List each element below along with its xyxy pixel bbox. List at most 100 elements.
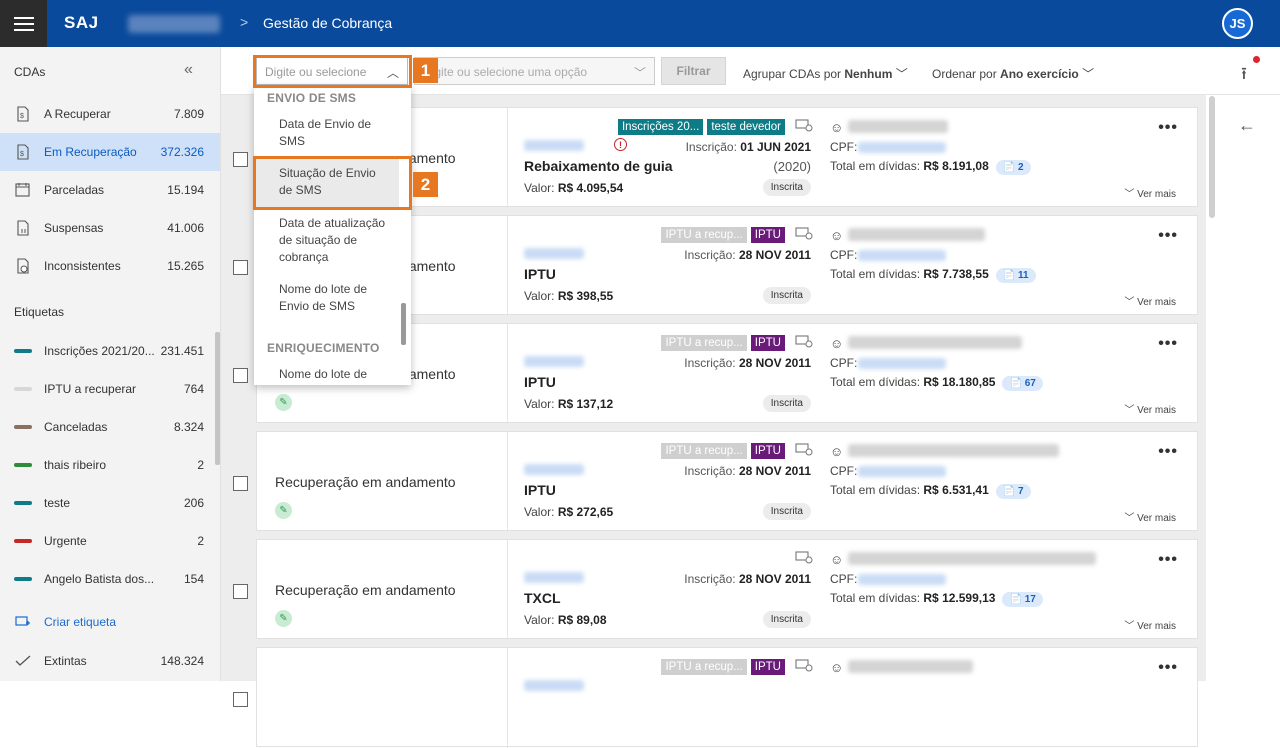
documents-count-badge[interactable]: 📄 11 xyxy=(995,268,1036,283)
tag-color-icon xyxy=(14,501,32,505)
add-tag-icon[interactable] xyxy=(795,550,813,567)
cda-number-blurred xyxy=(524,572,584,583)
more-options-icon[interactable]: ••• xyxy=(1158,227,1178,245)
debtor-name-blurred xyxy=(848,336,1022,349)
filter-field-dropdown: ENVIO DE SMS Data de Envio de SMS Situaç… xyxy=(254,85,411,385)
cpf-blurred xyxy=(858,466,946,477)
ver-mais-link[interactable]: ﹀ Ver mais xyxy=(1124,617,1176,632)
cpf-label: CPF: xyxy=(830,248,858,262)
ver-mais-link[interactable]: ﹀ Ver mais xyxy=(1124,401,1176,416)
tag-badge[interactable]: IPTU a recup... xyxy=(661,658,747,675)
ver-mais-link[interactable]: ﹀ Ver mais xyxy=(1124,293,1176,308)
add-tag-icon[interactable] xyxy=(795,118,813,135)
tag-badge[interactable]: IPTU xyxy=(750,658,785,675)
documents-count-badge[interactable]: 📄 7 xyxy=(995,484,1031,499)
badge-list: IPTU a recup... IPTU xyxy=(661,334,813,351)
person-icon: ☺ xyxy=(830,444,844,459)
cda-number-blurred xyxy=(524,464,584,475)
create-label-button[interactable]: Criar etiqueta xyxy=(0,603,220,641)
cpf-label: CPF: xyxy=(830,140,858,154)
filter-value-select[interactable]: Digite ou selecione uma opção ﹀ xyxy=(414,57,655,85)
cda-number-blurred xyxy=(524,356,584,367)
tag-badge[interactable]: IPTU a recup... xyxy=(661,442,747,459)
add-tag-icon[interactable] xyxy=(795,658,813,675)
debtor-name-blurred xyxy=(848,120,948,133)
add-tag-icon[interactable] xyxy=(795,334,813,351)
sidebar-item-extintas[interactable]: Extintas 148.324 xyxy=(0,642,220,680)
card-checkbox[interactable] xyxy=(233,368,248,383)
documents-count-badge[interactable]: 📄 67 xyxy=(1002,376,1043,391)
tag-badge[interactable]: IPTU a recup... xyxy=(661,334,747,351)
dropdown-group-enrichment: ENRIQUECIMENTO xyxy=(267,341,380,355)
tag-count: 8.324 xyxy=(173,420,204,434)
tag-badge[interactable]: IPTU xyxy=(750,442,785,459)
sidebar-label-item[interactable]: Canceladas 8.324 xyxy=(0,408,220,446)
more-options-icon[interactable]: ••• xyxy=(1158,335,1178,353)
tag-badge[interactable]: Inscrições 20... xyxy=(617,118,704,135)
dropdown-option[interactable]: Situação de Envio de SMS xyxy=(279,165,389,199)
badge-list: IPTU a recup... IPTU xyxy=(661,442,813,459)
card-checkbox[interactable] xyxy=(233,476,248,491)
cda-value: Valor: R$ 398,55 xyxy=(524,289,614,303)
pin-icon[interactable]: ✎ xyxy=(275,610,292,627)
cpf-label: CPF: xyxy=(830,356,858,370)
cda-value: Valor: R$ 4.095,54 xyxy=(524,181,624,195)
list-scrollbar[interactable] xyxy=(1209,96,1215,218)
sidebar-scrollbar[interactable] xyxy=(215,332,220,465)
sidebar-label-item[interactable]: thais ribeiro 2 xyxy=(0,446,220,484)
app-logo[interactable]: SAJ xyxy=(64,13,99,33)
hamburger-menu-icon[interactable] xyxy=(0,0,47,47)
dropdown-scrollbar[interactable] xyxy=(401,303,406,345)
add-tag-icon[interactable] xyxy=(795,226,813,243)
more-options-icon[interactable]: ••• xyxy=(1158,119,1178,137)
cda-card[interactable]: IPTU a recup... IPTU ☺ ••• xyxy=(233,647,1198,748)
tag-badge[interactable]: teste devedor xyxy=(707,118,785,135)
cda-card[interactable]: Recuperação em andamento ✎ Inscrição: 28 N… xyxy=(233,539,1198,640)
filter-button[interactable]: Filtrar xyxy=(661,57,726,85)
sidebar-label-item[interactable]: IPTU a recuperar 764 xyxy=(0,370,220,408)
documents-count-badge[interactable]: 📄 2 xyxy=(995,160,1031,175)
sidebar-label-item[interactable]: Inscrições 2021/20... 231.451 xyxy=(0,332,220,370)
order-by-dropdown[interactable]: Ordenar por Ano exercício ﹀ xyxy=(932,65,1094,82)
more-options-icon[interactable]: ••• xyxy=(1158,443,1178,461)
sidebar-item-inconsistentes[interactable]: Inconsistentes 15.265 xyxy=(0,247,220,285)
ver-mais-link[interactable]: ﹀ Ver mais xyxy=(1124,185,1176,200)
sidebar-label-item[interactable]: Angelo Batista dos... 154 xyxy=(0,560,220,598)
ver-mais-link[interactable]: ﹀ Ver mais xyxy=(1124,509,1176,524)
dropdown-option[interactable]: Nome do lote de xyxy=(279,366,389,383)
sidebar-item-a-recuperar[interactable]: $ A Recuperar 7.809 xyxy=(0,95,220,133)
dropdown-option[interactable]: Data de Envio de SMS xyxy=(279,116,389,150)
arrow-left-icon[interactable]: ← xyxy=(1238,115,1256,136)
more-options-icon[interactable]: ••• xyxy=(1158,659,1178,677)
cda-number-blurred xyxy=(524,248,584,259)
export-upload-icon[interactable]: ⭱ xyxy=(1241,61,1247,90)
cda-card[interactable]: Recuperação em andamento ✎ IPTU a recup...… xyxy=(233,431,1198,532)
tag-badge[interactable]: IPTU xyxy=(750,226,785,243)
avatar[interactable]: JS xyxy=(1222,8,1253,39)
sidebar-item-parceladas[interactable]: Parceladas 15.194 xyxy=(0,171,220,209)
tag-label: thais ribeiro xyxy=(44,458,107,472)
pin-icon[interactable]: ✎ xyxy=(275,502,292,519)
filter-field-select[interactable]: Digite ou selecione ︿ xyxy=(256,57,408,85)
card-checkbox[interactable] xyxy=(233,260,248,275)
tag-badge[interactable]: IPTU xyxy=(750,334,785,351)
tag-badge[interactable]: IPTU a recup... xyxy=(661,226,747,243)
dropdown-option[interactable]: Nome do lote de Envio de SMS xyxy=(279,281,389,315)
add-tag-icon[interactable] xyxy=(795,442,813,459)
pin-icon[interactable]: ✎ xyxy=(275,394,292,411)
total-debt: Total em dívidas: R$ 18.180,85 📄 67 xyxy=(830,375,1043,391)
sidebar-item-suspensas[interactable]: Suspensas 41.006 xyxy=(0,209,220,247)
sidebar-label-item[interactable]: Urgente 2 xyxy=(0,522,220,560)
more-options-icon[interactable]: ••• xyxy=(1158,551,1178,569)
card-checkbox[interactable] xyxy=(233,692,248,707)
status-badge: Inscrita xyxy=(762,503,811,520)
card-checkbox[interactable] xyxy=(233,584,248,599)
card-checkbox[interactable] xyxy=(233,152,248,167)
dropdown-option[interactable]: Data de atualização de situação de cobra… xyxy=(279,215,389,266)
documents-count-badge[interactable]: 📄 17 xyxy=(1002,592,1043,607)
sidebar-item-em-recuperação[interactable]: $ Em Recuperação 372.326 xyxy=(0,133,220,171)
group-by-dropdown[interactable]: Agrupar CDAs por Nenhum ﹀ xyxy=(743,65,908,82)
sidebar-label-item[interactable]: teste 206 xyxy=(0,484,220,522)
cda-title: IPTU xyxy=(524,266,556,282)
collapse-sidebar-icon[interactable]: « xyxy=(184,61,193,79)
